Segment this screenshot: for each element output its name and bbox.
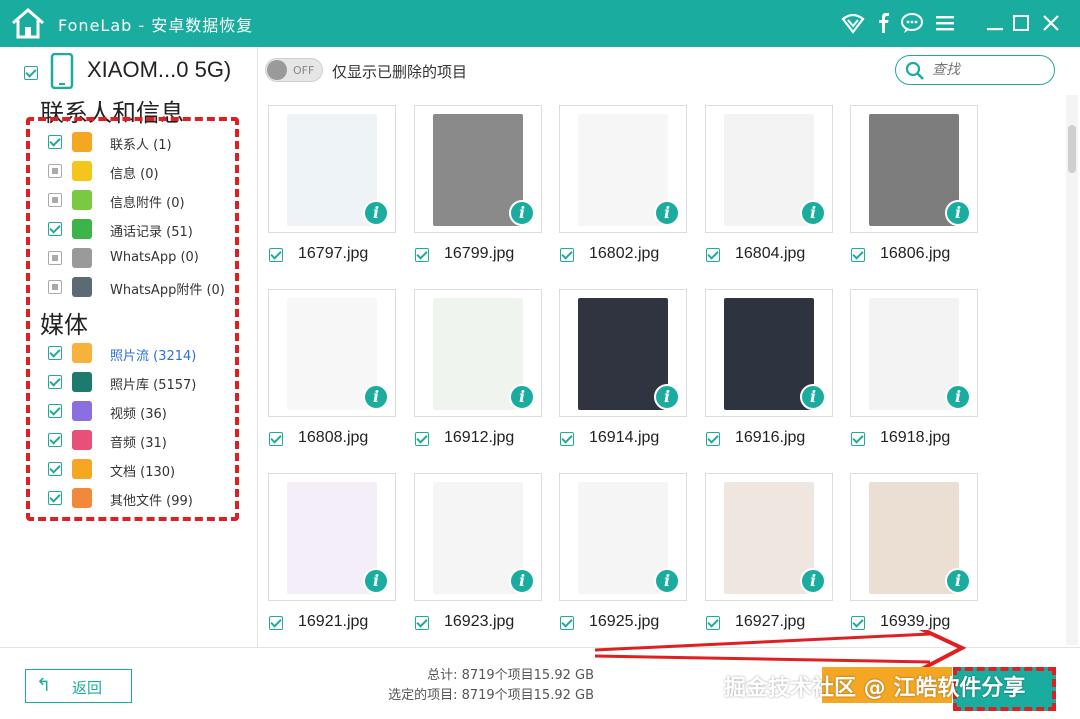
file-checkbox[interactable] (415, 616, 429, 630)
deleted-only-label: 仅显示已删除的项目 (332, 63, 468, 81)
file-thumbnail[interactable]: i (268, 473, 396, 601)
total-count: 总计: 8719个项目15.92 GB (427, 668, 594, 683)
file-name: 16912.jpg (444, 429, 515, 446)
file-checkbox[interactable] (706, 248, 720, 262)
wifi-icon[interactable] (840, 10, 866, 36)
file-checkbox[interactable] (269, 432, 283, 446)
back-arrow-icon: ↰ (36, 675, 52, 696)
back-button-label: 返回 (72, 679, 103, 697)
file-checkbox[interactable] (706, 432, 720, 446)
file-name: 16802.jpg (589, 245, 660, 262)
file-checkbox[interactable] (560, 432, 574, 446)
search-icon (905, 61, 924, 80)
menu-icon[interactable] (932, 10, 958, 36)
file-name: 16939.jpg (880, 613, 951, 630)
file-thumbnail[interactable]: i (268, 289, 396, 417)
file-name: 16804.jpg (735, 245, 806, 262)
close-icon[interactable] (1038, 10, 1064, 36)
file-checkbox[interactable] (269, 616, 283, 630)
info-icon[interactable]: i (945, 384, 971, 410)
phone-icon (50, 53, 74, 89)
file-thumbnail[interactable]: i (559, 105, 687, 233)
selected-count: 选定的项目: 8719个项目15.92 GB (388, 688, 594, 703)
toggle-label: OFF (293, 64, 315, 77)
info-icon[interactable]: i (654, 200, 680, 226)
file-name: 16799.jpg (444, 245, 515, 262)
chat-icon[interactable] (899, 10, 925, 36)
file-name: 16914.jpg (589, 429, 660, 446)
device-checkbox[interactable] (24, 66, 38, 80)
file-thumbnail[interactable]: i (414, 105, 542, 233)
file-thumbnail[interactable]: i (850, 289, 978, 417)
file-checkbox[interactable] (851, 616, 865, 630)
info-icon[interactable]: i (363, 200, 389, 226)
info-icon[interactable]: i (654, 568, 680, 594)
file-name: 16916.jpg (735, 429, 806, 446)
watermark: 掘金技术社区 @ 江皓软件分享 (724, 676, 1026, 701)
file-thumbnail[interactable]: i (850, 105, 978, 233)
file-thumbnail[interactable]: i (705, 289, 833, 417)
maximize-icon[interactable] (1008, 10, 1034, 36)
file-thumbnail[interactable]: i (705, 473, 833, 601)
minimize-icon[interactable] (982, 10, 1008, 36)
deleted-only-toggle[interactable]: OFF (265, 58, 323, 82)
info-icon[interactable]: i (800, 384, 826, 410)
search-input[interactable] (932, 61, 1042, 79)
back-button[interactable]: ↰ 返回 (25, 669, 132, 703)
toggle-knob (267, 60, 287, 80)
file-name: 16927.jpg (735, 613, 806, 630)
info-icon[interactable]: i (509, 384, 535, 410)
file-name: 16808.jpg (298, 429, 369, 446)
info-icon[interactable]: i (509, 200, 535, 226)
file-checkbox[interactable] (269, 248, 283, 262)
file-name: 16921.jpg (298, 613, 369, 630)
file-name: 16925.jpg (589, 613, 660, 630)
file-thumbnail[interactable]: i (559, 473, 687, 601)
info-icon[interactable]: i (945, 200, 971, 226)
file-thumbnail[interactable]: i (705, 105, 833, 233)
file-name: 16923.jpg (444, 613, 515, 630)
info-icon[interactable]: i (654, 384, 680, 410)
scrollbar[interactable] (1066, 95, 1078, 645)
file-grid: i 16797.jpg i 16799.jpg i 16802.jpg i 16804.jpg… (262, 95, 1077, 645)
info-icon[interactable]: i (363, 568, 389, 594)
file-checkbox[interactable] (560, 248, 574, 262)
search-box[interactable] (895, 55, 1055, 85)
title-bar: FoneLab - 安卓数据恢复 (0, 0, 1080, 47)
totals-summary: 总计: 8719个项目15.92 GB 选定的项目: 8719个项目15.92 … (362, 666, 594, 706)
info-icon[interactable]: i (945, 568, 971, 594)
file-thumbnail[interactable]: i (268, 105, 396, 233)
file-checkbox[interactable] (560, 616, 574, 630)
app-title: FoneLab - 安卓数据恢复 (58, 16, 254, 35)
info-icon[interactable]: i (509, 568, 535, 594)
facebook-icon[interactable] (870, 10, 896, 36)
info-icon[interactable]: i (800, 568, 826, 594)
file-thumbnail[interactable]: i (850, 473, 978, 601)
info-icon[interactable]: i (800, 200, 826, 226)
file-name: 16918.jpg (880, 429, 951, 446)
device-name: XIAOM...0 5G) (87, 57, 232, 82)
file-checkbox[interactable] (851, 248, 865, 262)
file-checkbox[interactable] (706, 616, 720, 630)
file-checkbox[interactable] (415, 248, 429, 262)
info-icon[interactable]: i (363, 384, 389, 410)
file-checkbox[interactable] (851, 432, 865, 446)
scrollbar-thumb[interactable] (1068, 125, 1076, 173)
highlight-box-categories (26, 117, 239, 521)
file-thumbnail[interactable]: i (559, 289, 687, 417)
file-thumbnail[interactable]: i (414, 473, 542, 601)
file-name: 16806.jpg (880, 245, 951, 262)
file-checkbox[interactable] (415, 432, 429, 446)
home-icon[interactable] (10, 6, 46, 40)
file-name: 16797.jpg (298, 245, 369, 262)
file-thumbnail[interactable]: i (414, 289, 542, 417)
